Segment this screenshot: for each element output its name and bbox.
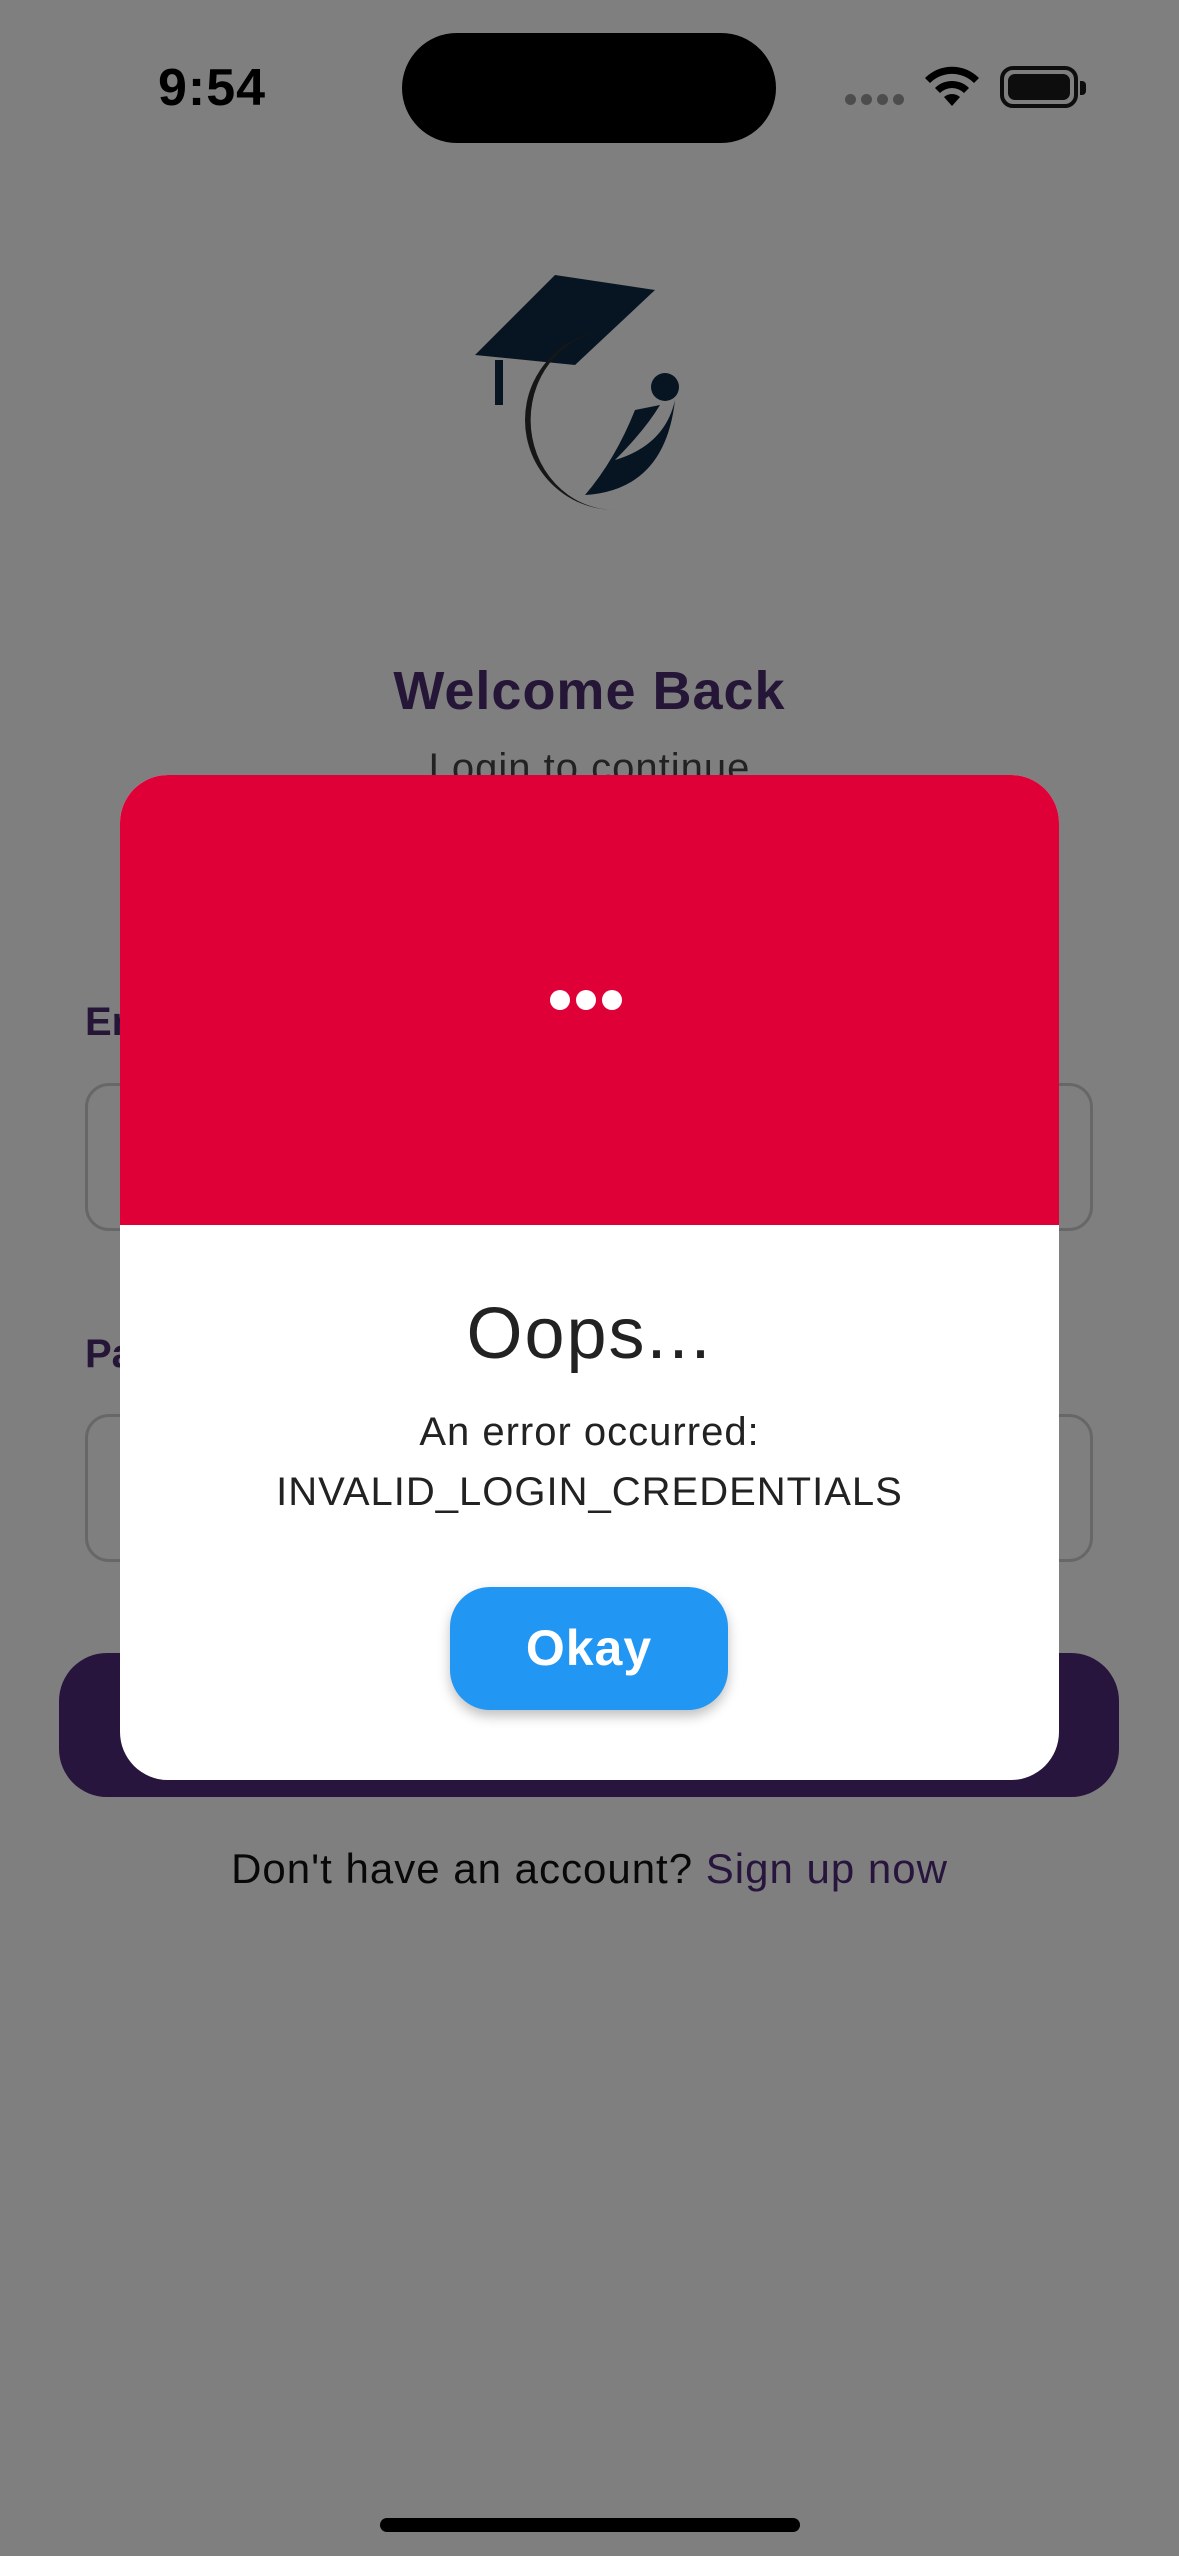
error-dialog: Oops... An error occurred: INVALID_LOGIN… <box>120 775 1059 1780</box>
login-screen: 9:54 Welcome Back Login to continue Em P… <box>0 0 1179 2556</box>
dialog-title: Oops... <box>466 1294 713 1374</box>
dialog-message-line2: INVALID_LOGIN_CREDENTIALS <box>276 1470 903 1514</box>
home-indicator[interactable] <box>380 2518 800 2532</box>
dialog-message: An error occurred: INVALID_LOGIN_CREDENT… <box>120 1402 1059 1522</box>
dialog-header <box>120 775 1059 1225</box>
ellipsis-icon <box>550 990 628 1015</box>
dialog-message-line1: An error occurred: <box>419 1410 760 1454</box>
okay-button[interactable]: Okay <box>450 1587 728 1710</box>
